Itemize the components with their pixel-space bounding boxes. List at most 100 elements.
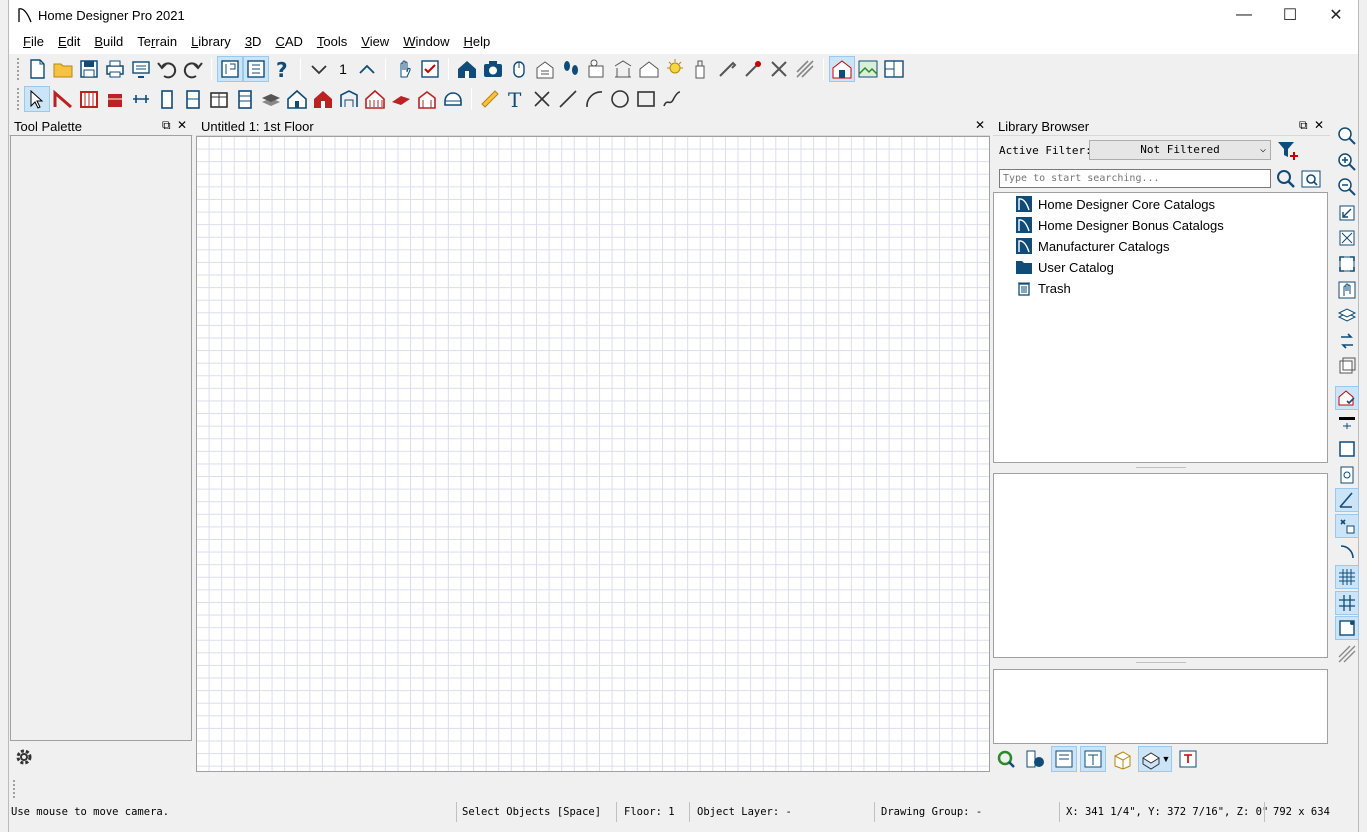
library-view-button-2[interactable] [1080, 746, 1106, 772]
line-tool[interactable] [555, 86, 581, 112]
redo-button[interactable] [180, 56, 206, 82]
delete-tool[interactable] [529, 86, 555, 112]
close-icon[interactable]: ✕ [177, 118, 187, 132]
maximize-button[interactable]: ☐ [1267, 0, 1313, 30]
fill-building-button[interactable] [1335, 252, 1359, 276]
zoom-button[interactable] [1335, 124, 1359, 148]
rectangle-display-button[interactable] [1335, 437, 1359, 461]
print-preview-button[interactable] [128, 56, 154, 82]
library-refresh-button[interactable] [993, 746, 1019, 772]
toolbar-grip[interactable] [17, 88, 20, 110]
adjust-material-button[interactable] [740, 56, 766, 82]
library-tree-item[interactable]: Home Designer Core Catalogs [1016, 194, 1215, 214]
wall-display-button[interactable] [1335, 412, 1359, 436]
menu-build[interactable]: Build [87, 32, 130, 54]
drawing-tab-title[interactable]: Untitled 1: 1st Floor [201, 119, 314, 134]
cabinet-base-tool[interactable] [206, 86, 232, 112]
mouse-orbit-button[interactable] [506, 56, 532, 82]
electrical-tool[interactable] [362, 86, 388, 112]
roof-tool[interactable] [284, 86, 310, 112]
library-3d-button[interactable] [1109, 746, 1135, 772]
arc-tool[interactable] [581, 86, 607, 112]
menu-tools[interactable]: Tools [310, 32, 354, 54]
pattern-button[interactable] [792, 56, 818, 82]
swap-view-button[interactable] [1335, 329, 1359, 353]
text-tool[interactable]: T [503, 86, 529, 112]
rectangle-tool[interactable] [633, 86, 659, 112]
search-options-icon[interactable] [1300, 168, 1322, 190]
library-tree-item[interactable]: Trash [1016, 278, 1071, 298]
hatch-display-button[interactable] [1335, 642, 1359, 666]
library-object-button[interactable] [1022, 746, 1048, 772]
floor-tool[interactable] [258, 86, 284, 112]
menu-file[interactable]: File [16, 32, 51, 54]
plan-view-toggle-button[interactable] [1334, 385, 1359, 410]
terrain-view-button[interactable] [855, 56, 881, 82]
3d-view-toggle-button[interactable] [829, 56, 855, 82]
edit-checklist-button[interactable] [417, 56, 443, 82]
arch-tool[interactable] [440, 86, 466, 112]
cross-section-button[interactable] [610, 56, 636, 82]
filter-dropdown[interactable]: Not Filtered ⌵ [1089, 140, 1271, 160]
cabinet-tool[interactable] [102, 86, 128, 112]
select-objects-tool[interactable] [24, 86, 50, 112]
gear-icon[interactable] [13, 746, 35, 768]
reference-display-button[interactable] [1335, 354, 1359, 378]
door-tool[interactable] [154, 86, 180, 112]
menu-3d[interactable]: 3D [238, 32, 269, 54]
library-info-button[interactable] [1175, 746, 1201, 772]
dollhouse-button[interactable] [532, 56, 558, 82]
terrain-tool[interactable] [388, 86, 414, 112]
close-button[interactable]: ✕ [1313, 0, 1359, 30]
plan-drawing-canvas[interactable] [196, 136, 990, 772]
library-add-dropdown[interactable]: ▼ [1138, 746, 1172, 772]
menu-cad[interactable]: CAD [268, 32, 309, 54]
undo-zoom-button[interactable] [1335, 201, 1359, 225]
library-splitter[interactable] [993, 658, 1328, 668]
pan-button[interactable] [1335, 278, 1359, 302]
material-painter-button[interactable] [688, 56, 714, 82]
wall-layer-tool[interactable] [414, 86, 440, 112]
toolbar-grip[interactable] [17, 58, 20, 80]
stairs-tool[interactable] [232, 86, 258, 112]
measure-tool[interactable] [477, 86, 503, 112]
print-button[interactable] [102, 56, 128, 82]
menu-edit[interactable]: Edit [51, 32, 87, 54]
walkthrough-button[interactable] [558, 56, 584, 82]
new-plan-button[interactable] [24, 56, 50, 82]
eyedropper-button[interactable] [714, 56, 740, 82]
snap-angle-button[interactable] [1334, 488, 1359, 513]
menu-window[interactable]: Window [396, 32, 456, 54]
undo-button[interactable] [154, 56, 180, 82]
3d-camera-button[interactable] [584, 56, 610, 82]
plan-view-button[interactable] [217, 56, 243, 82]
down-one-floor-button[interactable] [306, 56, 332, 82]
open-plan-button[interactable] [50, 56, 76, 82]
search-icon[interactable] [1275, 168, 1297, 190]
library-splitter[interactable] [993, 463, 1328, 473]
layer-set-button[interactable] [1335, 303, 1359, 327]
minimize-button[interactable]: — [1221, 0, 1267, 30]
undock-icon[interactable]: ⧉ [1299, 118, 1308, 133]
spline-tool[interactable] [659, 86, 685, 112]
grid-display-button[interactable] [1334, 590, 1359, 615]
help-button[interactable]: ? [269, 56, 295, 82]
library-search-input[interactable] [999, 169, 1271, 188]
window-tool[interactable] [180, 86, 206, 112]
railing-tool[interactable] [76, 86, 102, 112]
elevation-button[interactable] [636, 56, 662, 82]
undock-icon[interactable]: ⧉ [162, 118, 171, 133]
menu-help[interactable]: Help [456, 32, 497, 54]
dimension-tool[interactable] [128, 86, 154, 112]
fixtures-tool[interactable] [310, 86, 336, 112]
lights-button[interactable] [662, 56, 688, 82]
camera-view-button[interactable] [454, 56, 480, 82]
tile-windows-button[interactable] [881, 56, 907, 82]
menu-library[interactable]: Library [184, 32, 238, 54]
circle-tool[interactable] [607, 86, 633, 112]
library-tree-item[interactable]: Manufacturer Catalogs [1016, 236, 1170, 256]
object-snap-button[interactable] [1334, 513, 1359, 538]
menu-view[interactable]: View [354, 32, 396, 54]
arc-snap-button[interactable] [1335, 540, 1359, 564]
delete-3d-button[interactable] [766, 56, 792, 82]
